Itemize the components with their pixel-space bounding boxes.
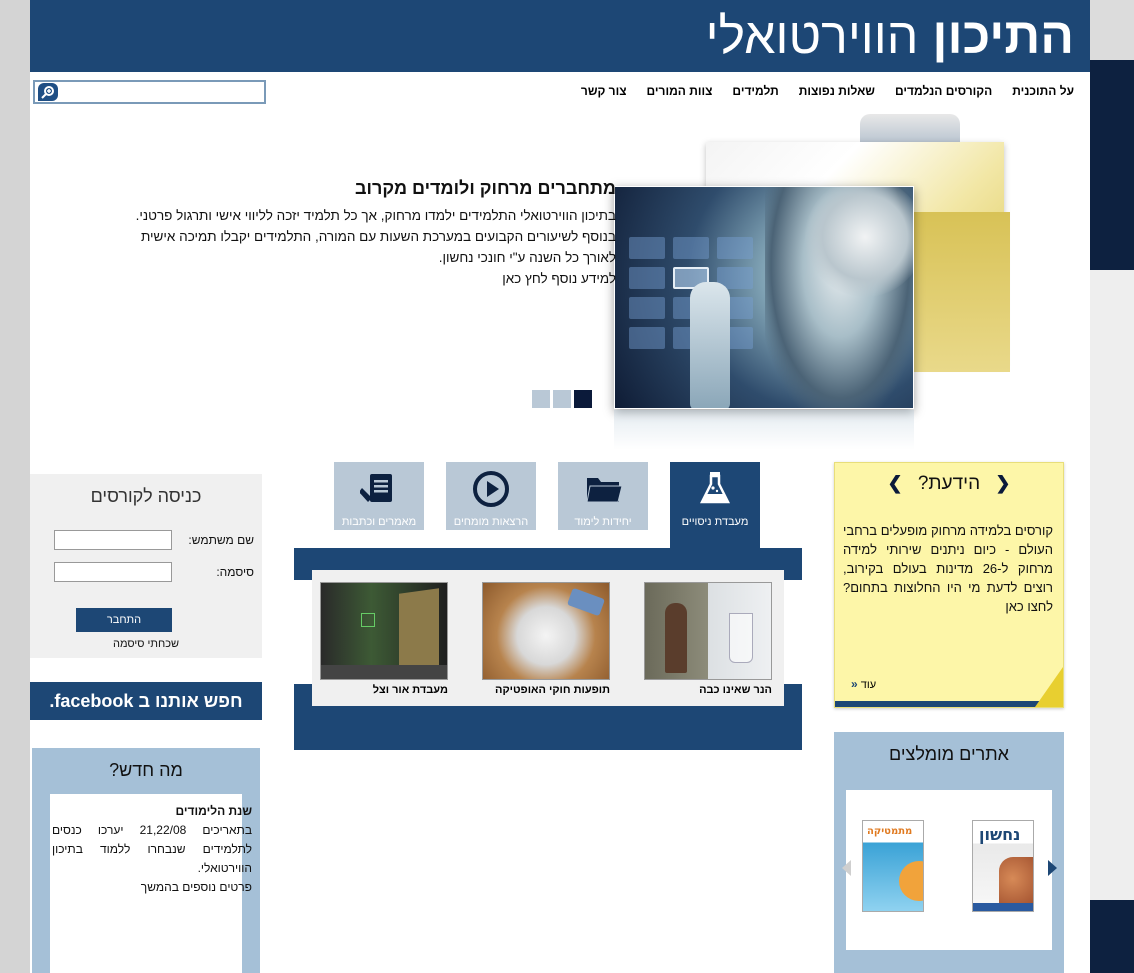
slide-dot-2[interactable] (553, 390, 571, 408)
did-you-know-note: ❮ הידעת? ❯ קורסים בלמידה מרחוק מופעלים ב… (834, 462, 1064, 708)
content-tabs: מאמרים וכתבות הרצאות מומחים יחידות לימוד (334, 462, 760, 548)
play-icon (473, 471, 509, 507)
carousel-prev-arrow-icon[interactable] (842, 860, 851, 876)
username-label: שם משתמש: (188, 533, 254, 547)
hero-reflection (614, 410, 914, 450)
hero-back-image-top (860, 114, 960, 144)
carousel-next-arrow-icon[interactable] (1048, 860, 1057, 876)
double-chevron-left-icon: « (851, 677, 858, 691)
chevron-right-icon[interactable]: ❯ (995, 473, 1010, 494)
slide-dot-1[interactable] (532, 390, 550, 408)
tab-experiments-lab-label: מעבדת ניסויים (681, 516, 749, 528)
did-you-know-header: ❮ הידעת? ❯ (835, 473, 1063, 495)
hero-pointing-hand (690, 282, 730, 408)
recommended-title: אתרים מומלצים (889, 744, 1009, 764)
username-input[interactable] (54, 530, 172, 550)
media-panel: מעבדת אור וצל תופעות חוקי האופטיקה הנר ש… (294, 548, 802, 750)
hero-body: בתיכון הווירטואלי התלמידים ילמדו מרחוק, … (116, 205, 616, 289)
media-item-optics-laws[interactable]: תופעות חוקי האופטיקה (482, 582, 610, 700)
password-label: סיסמה: (216, 565, 254, 579)
document-edit-icon (360, 474, 392, 502)
news-body: בתאריכים 21,22/08 יערכו כנסים לתלמידים ש… (52, 823, 252, 875)
page-content: על התוכנית הקורסים הנלמדים שאלות נפוצות … (30, 72, 1090, 973)
media-list: מעבדת אור וצל תופעות חוקי האופטיקה הנר ש… (312, 570, 784, 706)
book-title-math: מתמטיקה (867, 826, 913, 837)
recommended-carousel: נחשון מתמטיקה (846, 790, 1052, 950)
login-box: כניסה לקורסים שם משתמש: סיסמה: התחבר שכח… (30, 474, 262, 658)
tab-articles-label: מאמרים וכתבות (341, 516, 417, 528)
recommended-book-nachshon[interactable]: נחשון (972, 820, 1034, 912)
hero-back-image-side (910, 212, 1010, 372)
slide-dot-3[interactable] (574, 390, 592, 408)
tab-articles[interactable]: מאמרים וכתבות (334, 462, 424, 530)
did-you-know-body[interactable]: קורסים בלמידה מרחוק מופעלים ברחבי העולם … (843, 521, 1053, 616)
news-more[interactable]: פרטים נוספים בהמשך (141, 880, 252, 894)
book-cover-circle (899, 861, 923, 901)
hero-slide-indicators (532, 390, 592, 408)
media-item-unquenchable-candle[interactable]: הנר שאינו כבה (644, 582, 772, 700)
panel-notch-right (784, 580, 802, 684)
recommended-sites: אתרים מומלצים נחשון מתמטיקה (834, 732, 1064, 973)
tab-expert-lectures[interactable]: הרצאות מומחים (446, 462, 536, 530)
folder-icon (586, 478, 622, 503)
hero-text: מתחברים מרחוק ולומדים מקרוב בתיכון הוויר… (116, 178, 616, 289)
did-you-know-title: הידעת? (917, 473, 981, 494)
logo-light-text: הווירטואלי (705, 8, 919, 64)
right-edge-strip (1090, 60, 1134, 973)
login-title: כניסה לקורסים (90, 486, 202, 506)
tab-experiments-lab[interactable]: מעבדת ניסויים (670, 462, 760, 548)
news-item: שנת הלימודים בתאריכים 21,22/08 יערכו כנס… (52, 802, 252, 897)
search-input[interactable] (61, 83, 261, 103)
whats-new-box: מה חדש? שנת הלימודים בתאריכים 21,22/08 י… (32, 748, 260, 973)
hero-image[interactable] (614, 186, 914, 409)
media-thumbnail (482, 582, 610, 680)
site-header: התיכון הווירטואלי (30, 0, 1090, 72)
username-row: שם משתמש: (54, 530, 254, 552)
tab-study-units[interactable]: יחידות לימוד (558, 462, 648, 530)
nav-item-faq[interactable]: שאלות נפוצות (799, 84, 875, 98)
search-box (33, 80, 266, 104)
password-row: סיסמה: (54, 562, 254, 584)
did-you-know-more-link[interactable]: עוד « (851, 677, 876, 691)
page-background (0, 0, 30, 973)
top-navigation: על התוכנית הקורסים הנלמדים שאלות נפוצות … (581, 84, 1074, 98)
nav-item-about[interactable]: על התוכנית (1012, 84, 1074, 98)
hero-more-link[interactable]: למידע נוסף לחץ כאן (116, 268, 616, 289)
whats-new-content: שנת הלימודים בתאריכים 21,22/08 יערכו כנס… (50, 794, 252, 973)
nav-item-students[interactable]: תלמידים (732, 84, 778, 98)
news-heading: שנת הלימודים (175, 804, 252, 818)
facebook-prefix: חפש אותנו ב (138, 691, 243, 711)
password-input[interactable] (54, 562, 172, 582)
chevron-left-icon[interactable]: ❮ (887, 473, 902, 494)
media-caption: הנר שאינו כבה (699, 684, 772, 696)
nav-item-courses[interactable]: הקורסים הנלמדים (895, 84, 992, 98)
flask-icon (699, 472, 731, 504)
media-item-light-shadow-lab[interactable]: מעבדת אור וצל (320, 582, 448, 700)
media-thumbnail (644, 582, 772, 680)
did-you-know-more-text: עוד (860, 679, 877, 691)
media-thumbnail (320, 582, 448, 680)
recommended-book-math[interactable]: מתמטיקה (862, 820, 924, 912)
book-title-nachshon: נחשון (979, 825, 1021, 844)
media-caption: תופעות חוקי האופטיקה (495, 684, 610, 696)
logo-bold-text: התיכון (932, 8, 1074, 64)
note-folded-corner (1035, 667, 1063, 707)
tab-study-units-label: יחידות לימוד (574, 516, 632, 528)
whats-new-title: מה חדש? (109, 760, 183, 780)
panel-notch-left (294, 580, 312, 684)
nav-item-teachers[interactable]: צוות המורים (647, 84, 713, 98)
nav-item-contact[interactable]: צור קשר (581, 84, 627, 98)
facebook-banner[interactable]: חפש אותנו ב facebook. (30, 682, 262, 720)
search-icon[interactable] (38, 83, 58, 101)
book-cover-bar (973, 903, 1033, 911)
forgot-password-link[interactable]: שכחתי סיסמה (30, 638, 262, 650)
site-logo[interactable]: התיכון הווירטואלי (706, 6, 1074, 66)
hero-title: מתחברים מרחוק ולומדים מקרוב (355, 178, 616, 198)
login-button[interactable]: התחבר (76, 608, 172, 632)
facebook-logo-text: facebook. (49, 691, 134, 711)
tab-expert-lectures-label: הרצאות מומחים (453, 516, 529, 528)
media-caption: מעבדת אור וצל (372, 684, 448, 696)
hero-body-text: בתיכון הווירטואלי התלמידים ילמדו מרחוק, … (135, 208, 616, 265)
note-base-bar (835, 701, 1063, 707)
